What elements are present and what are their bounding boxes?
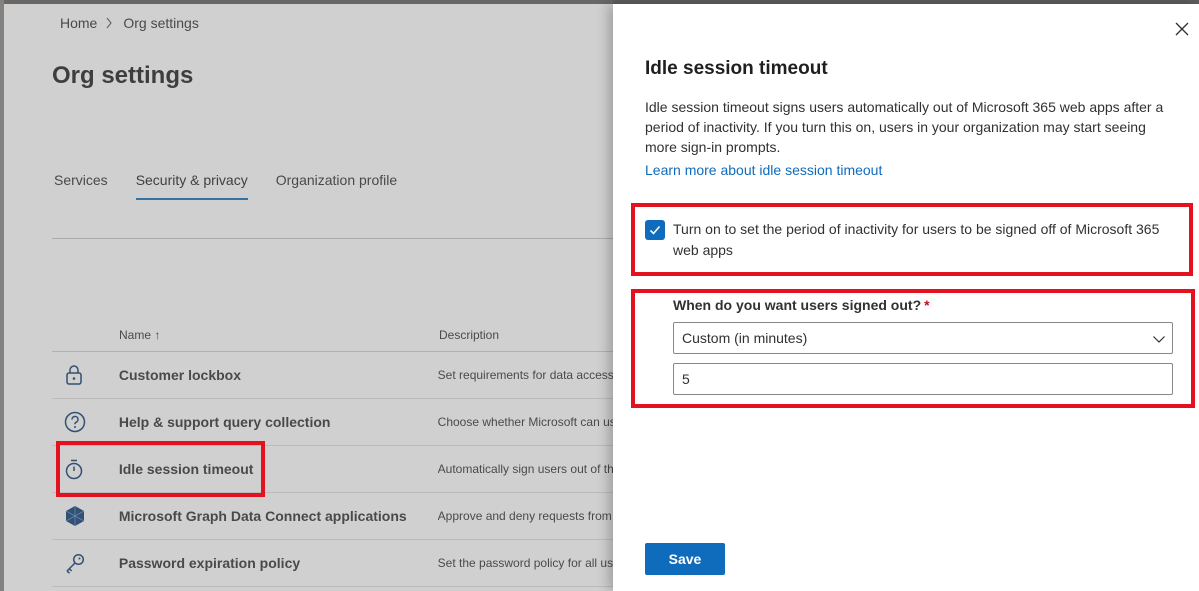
- checkmark-icon: [649, 225, 661, 235]
- close-icon[interactable]: [1173, 20, 1191, 38]
- signout-time-dropdown[interactable]: Custom (in minutes): [673, 322, 1173, 354]
- panel-description: Idle session timeout signs users automat…: [645, 99, 1164, 155]
- signout-question-label: When do you want users signed out? *: [673, 297, 930, 313]
- panel-title: Idle session timeout: [645, 58, 828, 79]
- learn-more-link[interactable]: Learn more about idle session timeout: [645, 162, 882, 178]
- required-asterisk: *: [924, 297, 930, 313]
- modal-overlay[interactable]: [0, 0, 613, 591]
- save-button[interactable]: Save: [645, 543, 725, 575]
- enable-timeout-checkbox[interactable]: [645, 220, 665, 240]
- idle-session-timeout-panel: Idle session timeout Idle session timeou…: [613, 4, 1199, 591]
- highlight-box-idle-session-row: [56, 441, 265, 497]
- minutes-input[interactable]: [673, 363, 1173, 395]
- signout-question-text: When do you want users signed out?: [673, 297, 922, 313]
- chevron-down-icon: [1152, 332, 1166, 346]
- checkbox-label: Turn on to set the period of inactivity …: [673, 221, 1160, 258]
- dropdown-selected-value: Custom (in minutes): [682, 330, 808, 346]
